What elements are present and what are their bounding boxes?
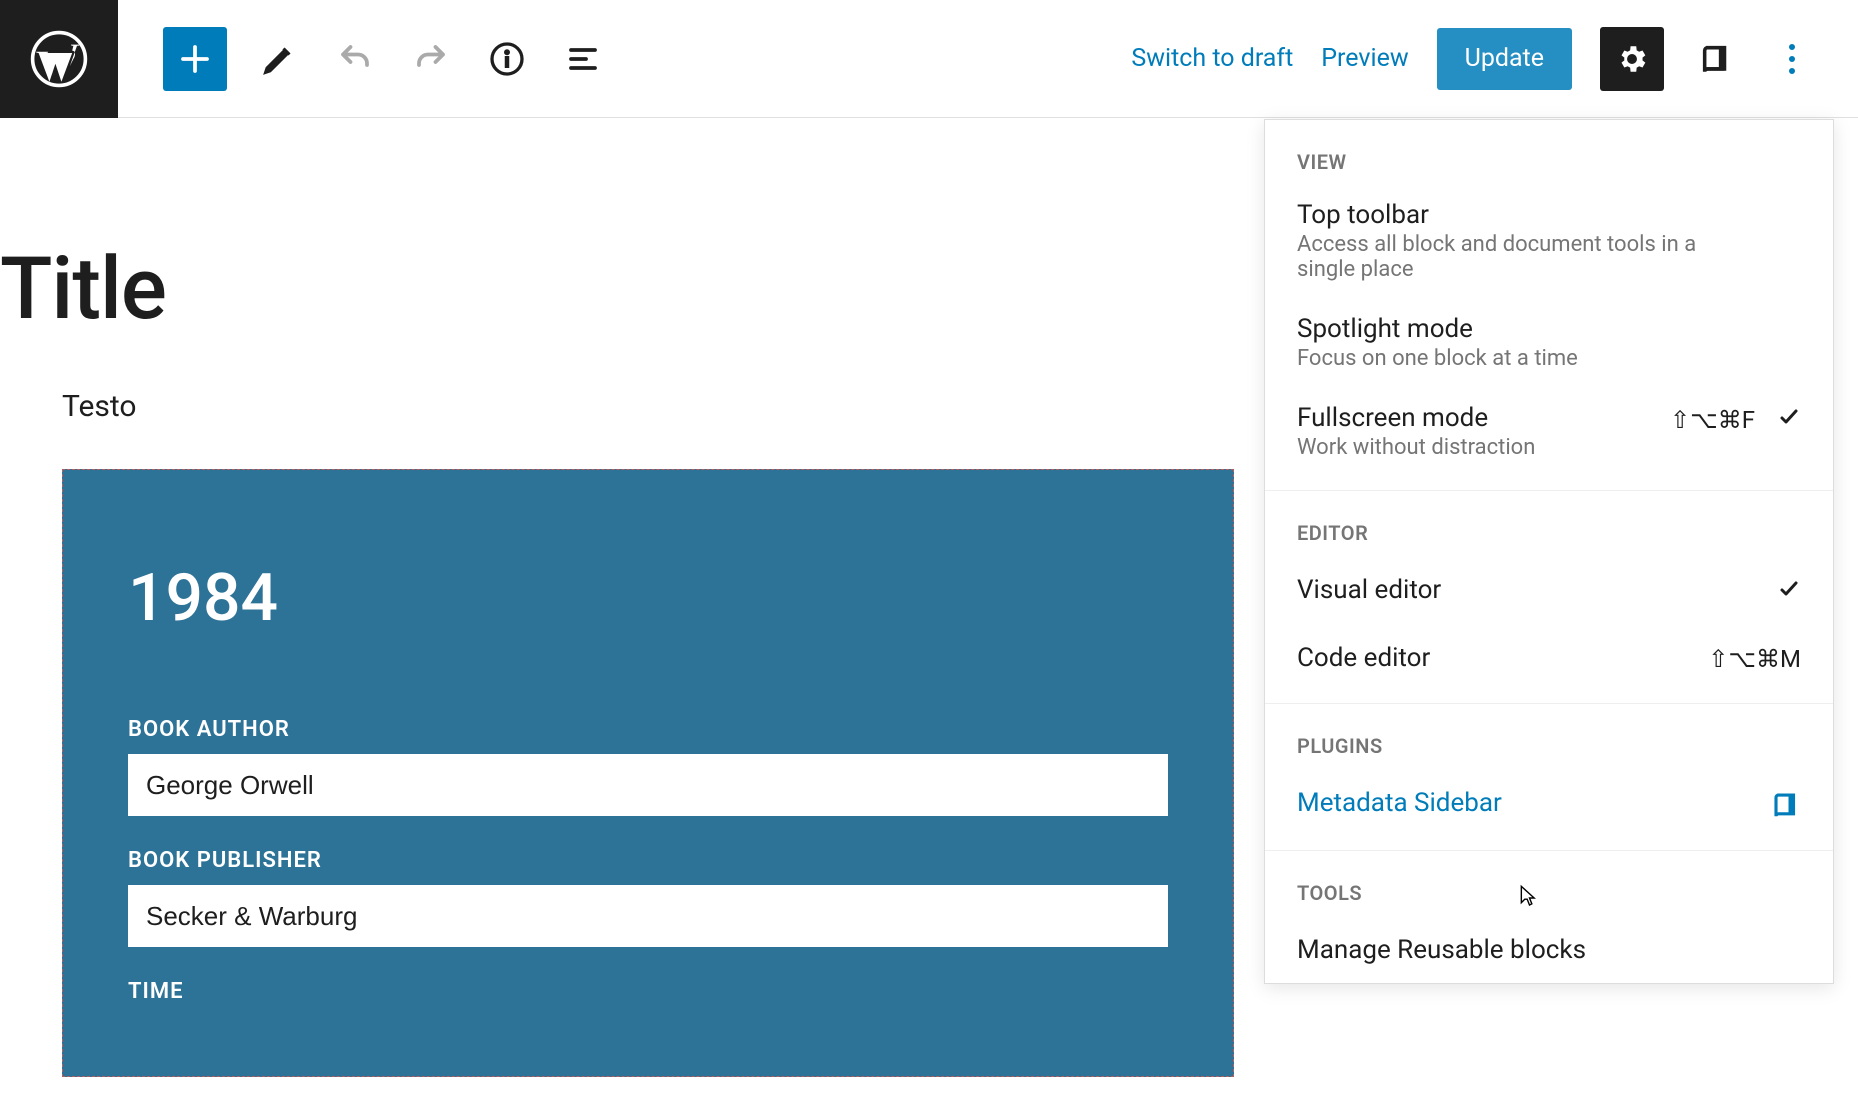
menu-item-description: Access all block and document tools in a… [1297, 232, 1717, 282]
edit-button[interactable] [255, 35, 303, 83]
menu-item-label: Spotlight mode [1297, 314, 1578, 344]
menu-item-label: Manage Reusable blocks [1297, 935, 1586, 965]
menu-item-code-editor[interactable]: Code editor ⇧⌥⌘M [1265, 625, 1833, 691]
publisher-label: BOOK PUBLISHER [128, 848, 1168, 873]
options-menu: VIEW Top toolbar Access all block and do… [1264, 119, 1834, 984]
menu-item-manage-reusable[interactable]: Manage Reusable blocks [1265, 917, 1833, 983]
more-menu-button[interactable] [1768, 35, 1816, 83]
menu-item-label: Code editor [1297, 643, 1430, 673]
outline-button[interactable] [559, 35, 607, 83]
author-label: BOOK AUTHOR [128, 717, 1168, 742]
menu-header-plugins: PLUGINS [1265, 704, 1833, 770]
check-icon [1777, 405, 1801, 435]
block-heading: 1984 [128, 560, 1168, 637]
menu-item-label: Visual editor [1297, 575, 1441, 605]
top-toolbar: Switch to draft Preview Update [0, 0, 1858, 118]
book-icon [1771, 790, 1801, 820]
redo-icon [413, 41, 449, 77]
menu-item-description: Work without distraction [1297, 435, 1535, 460]
gear-icon [1615, 42, 1649, 76]
add-block-button[interactable] [163, 27, 227, 91]
menu-item-fullscreen[interactable]: Fullscreen mode Work without distraction… [1265, 389, 1833, 478]
list-view-icon [565, 41, 601, 77]
author-input[interactable] [128, 754, 1168, 816]
wordpress-logo[interactable] [0, 0, 118, 118]
update-button[interactable]: Update [1437, 28, 1572, 90]
keyboard-shortcut: ⇧⌥⌘M [1708, 645, 1801, 673]
check-icon [1777, 577, 1801, 607]
plugin-sidebar-button[interactable] [1692, 35, 1740, 83]
menu-header-tools: TOOLS [1265, 851, 1833, 917]
menu-item-metadata-sidebar[interactable]: Metadata Sidebar [1265, 770, 1833, 838]
info-icon [489, 41, 525, 77]
book-icon [1699, 42, 1733, 76]
menu-item-label: Top toolbar [1297, 200, 1717, 230]
dots-vertical-icon [1789, 41, 1795, 77]
menu-item-description: Focus on one block at a time [1297, 346, 1578, 371]
toolbar-right: Switch to draft Preview Update [1131, 27, 1858, 91]
publisher-input[interactable] [128, 885, 1168, 947]
menu-item-top-toolbar[interactable]: Top toolbar Access all block and documen… [1265, 186, 1833, 300]
wordpress-icon [29, 29, 89, 89]
settings-button[interactable] [1600, 27, 1664, 91]
toolbar-left [118, 27, 607, 91]
menu-item-visual-editor[interactable]: Visual editor [1265, 557, 1833, 625]
metadata-block[interactable]: 1984 BOOK AUTHOR BOOK PUBLISHER TIME [62, 469, 1234, 1077]
menu-item-spotlight[interactable]: Spotlight mode Focus on one block at a t… [1265, 300, 1833, 389]
menu-header-editor: EDITOR [1265, 491, 1833, 557]
menu-header-view: VIEW [1265, 120, 1833, 186]
redo-button[interactable] [407, 35, 455, 83]
menu-item-label: Fullscreen mode [1297, 403, 1535, 433]
menu-item-label: Metadata Sidebar [1297, 788, 1502, 818]
time-label: TIME [128, 979, 1168, 1004]
plus-icon [177, 41, 213, 77]
switch-to-draft-button[interactable]: Switch to draft [1131, 44, 1293, 73]
undo-button[interactable] [331, 35, 379, 83]
keyboard-shortcut: ⇧⌥⌘F [1670, 406, 1755, 434]
info-button[interactable] [483, 35, 531, 83]
undo-icon [337, 41, 373, 77]
pencil-icon [261, 41, 297, 77]
preview-button[interactable]: Preview [1321, 44, 1408, 73]
